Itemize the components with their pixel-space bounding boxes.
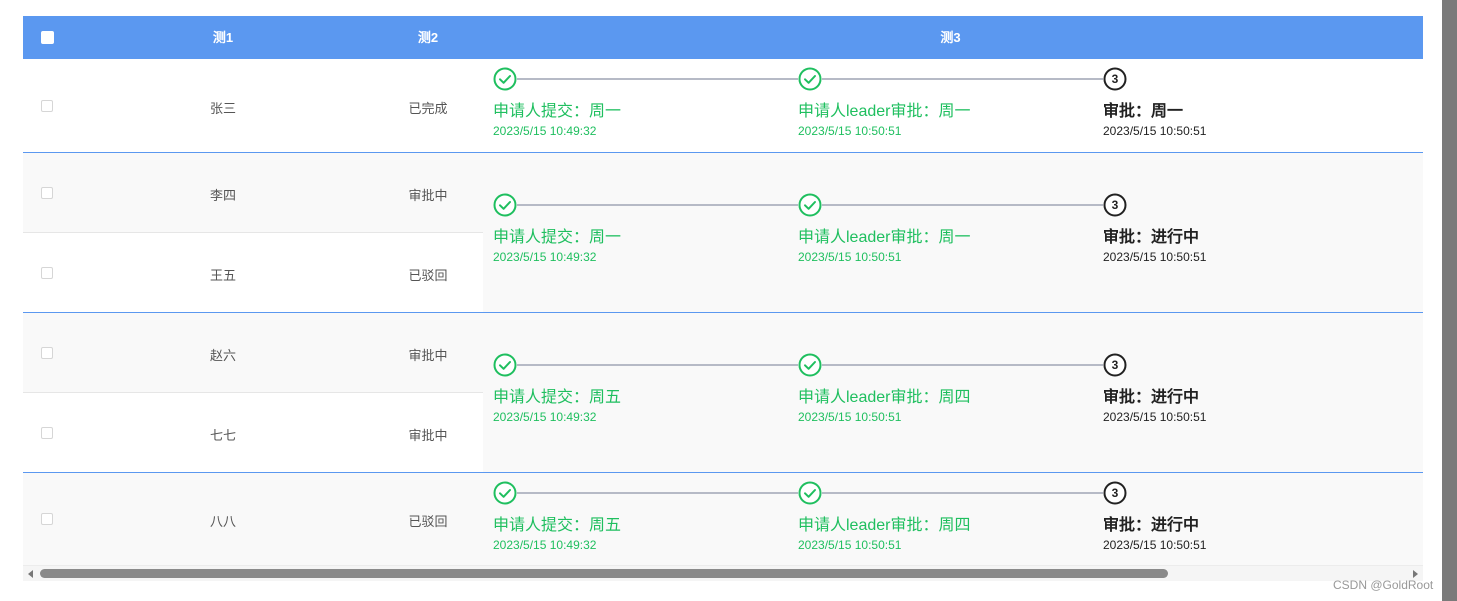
step-time: 2023/5/15 10:50:51 (798, 250, 902, 264)
step-time: 2023/5/15 10:50:51 (1103, 250, 1207, 264)
step-title: 审批：进行中 (1103, 229, 1200, 246)
row-checkbox[interactable] (41, 187, 53, 199)
check-circle-icon (798, 67, 822, 91)
svg-text:3: 3 (1112, 198, 1119, 212)
table-row[interactable]: 李四 审批中 (23, 153, 483, 233)
column-header-c1: 测1 (212, 30, 234, 45)
step-title: 申请人提交：周五 (493, 389, 622, 406)
column-header-c2: 测2 (417, 30, 439, 45)
check-circle-icon (493, 67, 517, 91)
step-time: 2023/5/15 10:49:32 (493, 410, 597, 424)
step-number-icon: 3 (1103, 481, 1127, 505)
row-divider (23, 392, 483, 393)
cell-status: 审批中 (408, 188, 448, 203)
step-time: 2023/5/15 10:49:32 (493, 538, 597, 552)
row-group: 八八 已驳回 申请人提交：周五 2023/5/15 10:49:32 申请人leader… (23, 473, 1423, 565)
check-circle-icon (798, 481, 822, 505)
step-connector (517, 492, 798, 494)
step-connector (822, 78, 1103, 80)
step-time: 2023/5/15 10:50:51 (798, 124, 902, 138)
step-title: 申请人leader审批：周四 (798, 517, 971, 534)
step-time: 2023/5/15 10:49:32 (493, 124, 597, 138)
window-edge (1442, 0, 1457, 601)
row-checkbox[interactable] (41, 427, 53, 439)
cell-status: 已驳回 (408, 514, 448, 529)
check-circle-icon (493, 193, 517, 217)
scroll-right-icon[interactable] (1413, 570, 1418, 578)
watermark: CSDN @GoldRoot (1333, 578, 1434, 592)
step-time: 2023/5/15 10:50:51 (1103, 124, 1207, 138)
step-title: 审批：进行中 (1103, 517, 1200, 534)
step-number-icon: 3 (1103, 193, 1127, 217)
cell-status: 已驳回 (408, 268, 448, 283)
step-time: 2023/5/15 10:50:51 (1103, 538, 1207, 552)
row-checkbox[interactable] (41, 347, 53, 359)
step-title: 申请人提交：周一 (493, 103, 622, 120)
step-title: 申请人提交：周五 (493, 517, 622, 534)
step-number-icon: 3 (1103, 67, 1127, 91)
cell-name: 张三 (209, 101, 236, 116)
step-time: 2023/5/15 10:50:51 (798, 410, 902, 424)
cell-name: 李四 (209, 188, 236, 203)
scroll-left-icon[interactable] (28, 570, 33, 578)
step-connector (822, 204, 1103, 206)
check-circle-icon (798, 193, 822, 217)
step-title: 申请人提交：周一 (493, 229, 622, 246)
step-connector (822, 364, 1103, 366)
horizontal-scrollbar[interactable] (23, 565, 1423, 581)
step-title: 申请人leader审批：周一 (798, 229, 971, 246)
step-time: 2023/5/15 10:49:32 (493, 250, 597, 264)
step-title: 审批：进行中 (1103, 389, 1200, 406)
table-row[interactable]: 张三 已完成 (23, 59, 483, 153)
step-connector (517, 204, 798, 206)
select-all-checkbox[interactable] (41, 31, 54, 44)
row-group: 张三 已完成 申请人提交：周一 2023/5/15 10:49:32 申请人leader… (23, 59, 1423, 153)
column-header-c3: 测3 (940, 30, 961, 45)
cell-status: 审批中 (408, 428, 448, 443)
svg-text:3: 3 (1112, 72, 1119, 86)
row-group: 李四 审批中王五 已驳回 申请人提交：周一 2023/5/15 10:49:32 申请人l… (23, 153, 1423, 313)
row-checkbox[interactable] (41, 513, 53, 525)
scroll-thumb[interactable] (40, 569, 1168, 578)
check-circle-icon (798, 353, 822, 377)
approval-steps: 申请人提交：周五 2023/5/15 10:49:32 申请人leader审批：周四… (493, 353, 1423, 453)
row-group: 赵六 审批中 七七 审批中 申请人提交：周五 2023/5/15 10:49:32 申请人l… (23, 313, 1423, 473)
row-divider (23, 232, 483, 233)
cell-status: 已完成 (408, 101, 448, 116)
step-time: 2023/5/15 10:50:51 (798, 538, 902, 552)
table-row[interactable]: 赵六 审批中 (23, 313, 483, 393)
step-title: 申请人leader审批：周一 (798, 103, 971, 120)
step-connector (517, 78, 798, 80)
step-time: 2023/5/15 10:50:51 (1103, 410, 1207, 424)
approval-steps: 申请人提交：周一 2023/5/15 10:49:32 申请人leader审批：周一… (493, 193, 1423, 293)
row-checkbox[interactable] (41, 267, 53, 279)
cell-name: 王五 (209, 268, 236, 283)
cell-name: 八八 (209, 514, 236, 529)
table-row[interactable]: 七七 审批中 (23, 393, 483, 473)
cell-name: 赵六 (209, 348, 236, 363)
table-row[interactable]: 八八 已驳回 (23, 473, 483, 565)
cell-status: 审批中 (408, 348, 448, 363)
step-number-icon: 3 (1103, 353, 1127, 377)
step-title: 申请人leader审批：周四 (798, 389, 971, 406)
step-title: 审批：周一 (1103, 103, 1184, 120)
table-row[interactable]: 王五 已驳回 (23, 233, 483, 313)
check-circle-icon (493, 481, 517, 505)
step-connector (822, 492, 1103, 494)
cell-name: 七七 (209, 428, 236, 443)
svg-text:3: 3 (1112, 486, 1119, 500)
table-header: 测1 测2 测3 (23, 16, 1423, 59)
check-circle-icon (493, 353, 517, 377)
svg-text:3: 3 (1112, 358, 1119, 372)
row-checkbox[interactable] (41, 100, 53, 112)
approval-table: 测1 测2 测3 张三 已完成 申请人提交：周一 2023/5/15 10:49:32… (23, 16, 1423, 581)
step-connector (517, 364, 798, 366)
